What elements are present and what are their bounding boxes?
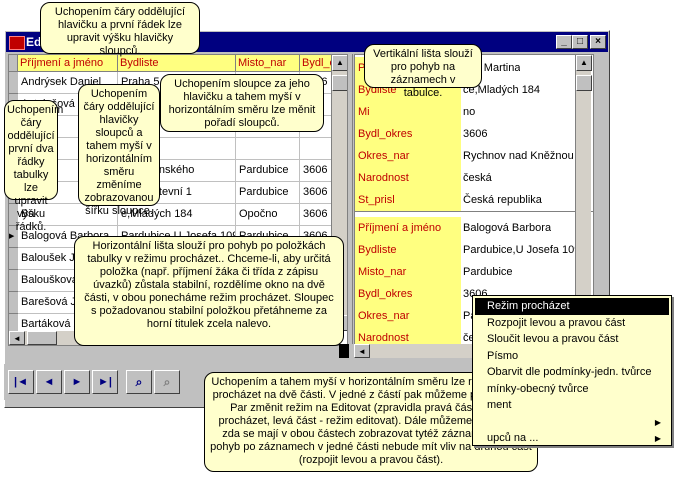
menu-item-label: ment	[487, 399, 512, 411]
field-label: Příjmení a jméno	[355, 217, 461, 239]
table-cell[interactable]: Pardubice	[236, 182, 300, 204]
column-header-name[interactable]: Příjmení a jméno	[18, 55, 118, 72]
menu-item[interactable]: mínky-obecný tvůrce	[475, 381, 669, 398]
menu-item[interactable]: ▶	[475, 414, 669, 431]
submenu-arrow-icon: ▶	[654, 417, 661, 427]
field-value[interactable]: Pardubice	[463, 261, 513, 283]
maximize-button[interactable]: □	[572, 35, 588, 49]
field-label: Bydl_okres	[355, 123, 461, 145]
minimize-button[interactable]: _	[556, 35, 572, 49]
scroll-thumb[interactable]	[332, 75, 347, 91]
menu-item[interactable]: Režim procházet	[475, 298, 669, 315]
column-header-district[interactable]: Bydl_o	[300, 55, 332, 72]
menu-item-label: Režim procházet	[487, 300, 570, 312]
first-record-button[interactable]: |◄	[8, 370, 34, 394]
table-cell[interactable]: 3606	[300, 182, 332, 204]
menu-item[interactable]: Rozpojit levou a pravou část	[475, 315, 669, 332]
row-selector[interactable]	[9, 72, 18, 94]
field-label: Bydliste	[355, 239, 461, 261]
field-value[interactable]: no	[463, 101, 475, 123]
menu-item[interactable]: Písmo	[475, 348, 669, 365]
menu-item[interactable]: ment	[475, 397, 669, 414]
tooltip-column-width: Uchopením čáry oddělující hlavičky sloup…	[78, 84, 160, 217]
binoculars-disabled-icon[interactable]: ⌕	[154, 370, 180, 394]
grid-corner	[9, 55, 18, 72]
table-cell[interactable]	[236, 138, 300, 160]
field-value[interactable]: Pardubice,U Josefa 109	[463, 239, 580, 261]
table-cell[interactable]: 3606	[300, 204, 332, 226]
panel-scroll-up-icon[interactable]: ▲	[576, 55, 592, 71]
tooltip-column-reorder: Uchopením sloupce za jeho hlavičku a tah…	[160, 74, 324, 132]
menu-item-label: upců na ...	[487, 432, 539, 444]
row-selector[interactable]	[9, 270, 18, 292]
last-record-button[interactable]: ►|	[92, 370, 118, 394]
panel-scroll-thumb[interactable]	[576, 75, 592, 91]
tooltip-row-height: Uchopením čáry oddělující první dva řádk…	[4, 100, 63, 233]
menu-item-label: Sloučit levou a pravou část	[487, 333, 619, 345]
field-label: Narodnost	[355, 167, 461, 189]
menu-item-label: Obarvit dle podmínky-jedn. tvůrce	[487, 366, 652, 378]
menu-item[interactable]: Obarvit dle podmínky-jedn. tvůrce	[475, 364, 669, 381]
submenu-arrow-icon: ▶	[654, 434, 661, 443]
table-cell[interactable]: Opočno	[236, 204, 300, 226]
field-label: Mi	[355, 101, 461, 123]
record-navigator: |◄ ◄ ► ►| ⌕ ⌕	[6, 368, 196, 396]
row-selector[interactable]	[9, 292, 18, 314]
scroll-left-icon[interactable]: ◄	[9, 331, 25, 345]
close-button[interactable]: ×	[590, 35, 606, 49]
menu-item-label: Rozpojit levou a pravou část	[487, 316, 626, 329]
field-label: St_prisl	[355, 189, 461, 211]
table-cell[interactable]: Pardubice	[236, 160, 300, 182]
split-handle[interactable]	[339, 344, 349, 358]
field-label: Bydl_okres	[355, 283, 461, 305]
field-label: Okres_nar	[355, 145, 461, 167]
row-selector[interactable]	[9, 248, 18, 270]
menu-item-label: mínky-obecný tvůrce	[487, 382, 589, 395]
field-value[interactable]: česká	[463, 167, 492, 189]
field-label: Okres_nar	[355, 305, 461, 327]
record-separator	[355, 211, 593, 212]
field-value[interactable]: 3606	[463, 123, 487, 145]
field-value[interactable]: Česká republika	[463, 189, 542, 211]
column-header-birthplace[interactable]: Misto_nar	[236, 55, 300, 72]
panel-horizontal-scrollbar[interactable]: ◄	[354, 344, 472, 358]
table-cell[interactable]	[300, 138, 332, 160]
field-value[interactable]: Balogová Barbora	[463, 217, 551, 239]
context-menu: Režim procházet Rozpojit levou a pravou č…	[472, 295, 672, 446]
menu-item[interactable]: Sloučit levou a pravou část	[475, 331, 669, 348]
tooltip-vertical-scrollbar: Vertikální lišta slouží pro pohyb na záz…	[364, 44, 482, 99]
next-record-button[interactable]: ►	[64, 370, 90, 394]
table-cell[interactable]: 3606	[300, 160, 332, 182]
menu-item[interactable]: upců na ... ▶	[475, 430, 669, 447]
menu-item-label: Písmo	[487, 349, 519, 362]
horizontal-scroll-thumb[interactable]	[27, 331, 57, 345]
app-icon	[9, 36, 25, 50]
panel-scroll-left-icon[interactable]: ◄	[354, 344, 370, 358]
split-divider[interactable]	[347, 54, 353, 344]
tooltip-horizontal-scrollbar: Horizontální lišta slouží pro pohyb po p…	[74, 236, 344, 346]
field-label: Misto_nar	[355, 261, 461, 283]
previous-record-button[interactable]: ◄	[36, 370, 62, 394]
scroll-up-icon[interactable]: ▲	[332, 55, 347, 71]
binoculars-icon[interactable]: ⌕	[126, 370, 152, 394]
tooltip-header-height: Uchopením čáry oddělující hlavičku a prv…	[40, 2, 200, 57]
field-value[interactable]: Rychnov nad Kněžnou	[463, 145, 574, 167]
